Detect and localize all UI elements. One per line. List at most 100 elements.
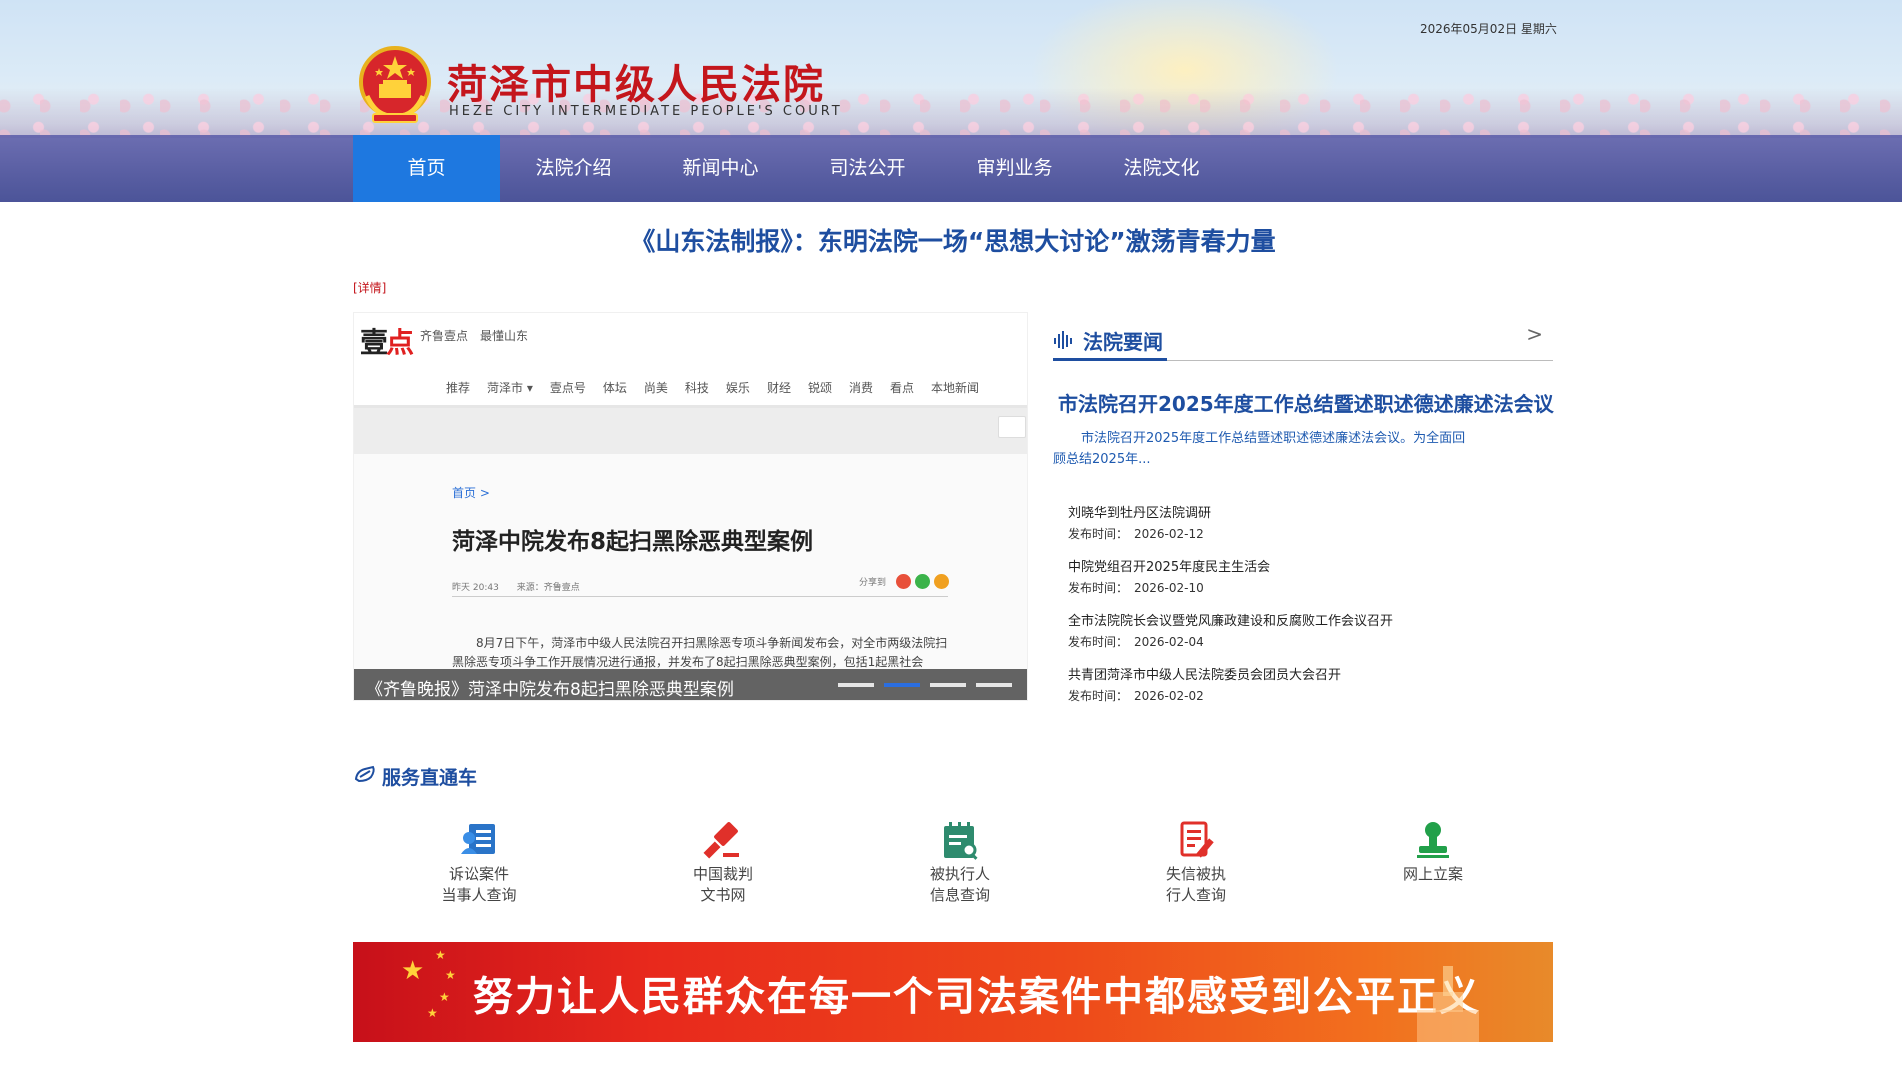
news-item-date: 发布时间： 2026-02-02 [1068, 689, 1204, 703]
qilu-article-paragraph: 8月7日下午，菏泽市中级人民法院召开扫黑除恶专项斗争新闻发布会，对全市两级法院扫… [452, 636, 948, 669]
service-label: 信息查询 [929, 886, 990, 904]
news-item-title[interactable]: 中院党组召开2025年度民主生活会 [1068, 558, 1553, 578]
nav-item-judicial-openness[interactable]: 司法公开 [794, 135, 941, 202]
stamp-icon [1417, 822, 1449, 858]
carousel-dot[interactable] [976, 683, 1012, 687]
great-hall-icon [1417, 966, 1479, 1042]
list-item[interactable]: 全市法院院长会议暨党风廉政建设和反腐败工作会议召开 发布时间： 2026-02-… [1068, 612, 1553, 666]
qilu-menu-item: 体坛 [602, 381, 627, 395]
qilu-menu-item: 壹点号 [549, 381, 586, 395]
qilu-menu-item: 科技 [684, 381, 709, 395]
court-name-english: HEZE CITY INTERMEDIATE PEOPLE'S COURT [449, 104, 843, 119]
headline-detail-link[interactable]: [详情] [353, 279, 386, 296]
qilu-tagline: 齐鲁壹点 最懂山东 [420, 329, 529, 343]
list-item[interactable]: 共青团菏泽市中级人民法院委员会团员大会召开 发布时间： 2026-02-02 [1068, 666, 1553, 720]
news-lead-description[interactable]: 市法院召开2025年度工作总结暨述职述德述廉述法会议。为全面回顾总结2025年.… [1053, 428, 1473, 470]
carousel-caption-bar: 《齐鲁晚报》菏泽中院发布8起扫黑除恶典型案例 [354, 669, 1027, 700]
carousel-slide-screenshot: 壹点 齐鲁壹点 最懂山东 推荐 菏泽市 ▾ 壹点号 体坛 尚美 科技 娱乐 财经… [354, 313, 1027, 408]
current-date: 2026年05月02日 星期六 [1420, 22, 1557, 36]
qilu-article-title: 菏泽中院发布8起扫黑除恶典型案例 [452, 529, 814, 555]
nav-item-home[interactable]: 首页 [353, 135, 500, 202]
qilu-divider [452, 596, 948, 597]
qilu-menu-item: 看点 [889, 381, 914, 395]
nav-item-court-culture[interactable]: 法院文化 [1088, 135, 1235, 202]
news-item-title[interactable]: 全市法院院长会议暨党风廉政建设和反腐败工作会议召开 [1068, 612, 1553, 632]
star-icon: ★ [439, 990, 450, 1004]
star-icon: ★ [435, 948, 446, 962]
qilu-menu-item: 尚美 [643, 381, 668, 395]
national-emblem-icon [359, 46, 431, 123]
service-dishonest-person-query[interactable]: 失信被执 行人查询 [1136, 820, 1256, 906]
list-item[interactable]: 刘晓华到牡丹区法院调研 发布时间： 2026-02-12 [1068, 504, 1553, 558]
services-row: 诉讼案件 当事人查询 中国裁判 文书网 被执行人 信息查询 失信被执 行人查询 … [353, 820, 1553, 910]
news-section-tab[interactable]: 法院要闻 [1053, 326, 1167, 361]
qilu-menu-item: 财经 [766, 381, 791, 395]
star-icon: ★ [427, 1006, 438, 1020]
qzone-icon [934, 574, 950, 589]
news-item-title[interactable]: 刘晓华到牡丹区法院调研 [1068, 504, 1553, 524]
wechat-icon [915, 574, 931, 589]
qilu-menu-item: 娱乐 [725, 381, 750, 395]
slogan-banner: ★ ★ ★ ★ ★ 努力让人民群众在每一个司法案件中都感受到公平正义 [353, 942, 1553, 1042]
person-card-icon [461, 824, 495, 854]
qilu-article: 首页 > 菏泽中院发布8起扫黑除恶典型案例 昨天 20:43 来源：齐鲁壹点 分… [354, 454, 1027, 700]
service-label: 文书网 [700, 886, 746, 904]
news-item-date: 发布时间： 2026-02-04 [1068, 635, 1204, 649]
news-more-arrow-icon[interactable]: > [1526, 322, 1543, 346]
headline-title[interactable]: 《山东法制报》：东明法院一场“思想大讨论”激荡青春力量 [353, 222, 1553, 258]
news-item-title[interactable]: 共青团菏泽市中级人民法院委员会团员大会召开 [1068, 666, 1553, 686]
star-icon: ★ [401, 956, 425, 986]
news-section-title: 法院要闻 [1083, 330, 1163, 354]
service-label: 诉讼案件 [448, 865, 509, 883]
news-section-header: 法院要闻 > [1053, 312, 1553, 361]
news-item-date: 发布时间： 2026-02-12 [1068, 527, 1204, 541]
calendar-search-icon [944, 822, 978, 860]
qilu-menu-item: 本地新闻 [931, 381, 980, 395]
nav-item-news-center[interactable]: 新闻中心 [647, 135, 794, 202]
qilu-menu-item: 锐颂 [807, 381, 832, 395]
court-news-panel: 法院要闻 > 市法院召开2025年度工作总结暨述职述德述廉述法会议 市法院召开2… [1053, 312, 1554, 712]
slogan-text: 努力让人民群众在每一个司法案件中都感受到公平正义 [473, 973, 1481, 1020]
service-label: 行人查询 [1165, 886, 1226, 904]
service-label: 网上立案 [1402, 865, 1463, 883]
document-pen-icon [1180, 821, 1214, 858]
nav-item-court-intro[interactable]: 法院介绍 [500, 135, 647, 202]
service-executed-person-query[interactable]: 被执行人 信息查询 [900, 820, 1020, 906]
sound-wave-icon [1054, 331, 1072, 349]
carousel-dots [838, 683, 1012, 687]
qilu-article-meta: 昨天 20:43 来源：齐鲁壹点 [452, 583, 580, 593]
flower-field-decoration [0, 88, 1902, 138]
main-nav: 首页 法院介绍 新闻中心 司法公开 审判业务 法院文化 [0, 135, 1902, 202]
weibo-icon [896, 574, 912, 589]
gavel-icon [703, 822, 739, 859]
qilu-menu-item: 菏泽市 ▾ [487, 381, 533, 395]
court-name: 菏泽市中级人民法院 [447, 61, 825, 108]
service-litigation-query[interactable]: 诉讼案件 当事人查询 [419, 820, 539, 906]
services-title: 服务直通车 [382, 767, 478, 789]
carousel-dot[interactable] [838, 683, 874, 687]
qilu-share-label: 分享到 [859, 578, 887, 588]
service-label: 失信被执 [1165, 865, 1226, 883]
service-online-filing[interactable]: 网上立案 [1373, 820, 1493, 885]
news-lead-title[interactable]: 市法院召开2025年度工作总结暨述职述德述廉述法会议 [1058, 388, 1554, 417]
qilu-logo: 壹点 [360, 326, 414, 359]
qilu-search-bar [354, 408, 1027, 454]
star-icon: ★ [445, 968, 456, 982]
news-carousel[interactable]: 壹点 齐鲁壹点 最懂山东 推荐 菏泽市 ▾ 壹点号 体坛 尚美 科技 娱乐 财经… [353, 312, 1028, 701]
list-item[interactable]: 中院党组召开2025年度民主生活会 发布时间： 2026-02-10 [1068, 558, 1553, 612]
carousel-dot[interactable] [930, 683, 966, 687]
service-judgment-docs[interactable]: 中国裁判 文书网 [663, 820, 783, 906]
qilu-menu: 推荐 菏泽市 ▾ 壹点号 体坛 尚美 科技 娱乐 财经 锐颂 消费 看点 本地新… [446, 379, 996, 396]
service-label: 当事人查询 [441, 886, 517, 904]
carousel-caption[interactable]: 《齐鲁晚报》菏泽中院发布8起扫黑除恶典型案例 [366, 675, 734, 700]
qilu-breadcrumb: 首页 > [452, 486, 490, 500]
qilu-share: 分享到 [859, 574, 950, 589]
service-label: 被执行人 [929, 865, 990, 883]
news-item-date: 发布时间： 2026-02-10 [1068, 581, 1204, 595]
carousel-dot-active[interactable] [884, 683, 920, 687]
qilu-menu-item: 消费 [848, 381, 873, 395]
nav-item-trial-business[interactable]: 审判业务 [941, 135, 1088, 202]
qilu-search-icon [998, 416, 1026, 438]
car-icon [354, 765, 375, 783]
news-list: 刘晓华到牡丹区法院调研 发布时间： 2026-02-12 中院党组召开2025年… [1068, 504, 1553, 720]
